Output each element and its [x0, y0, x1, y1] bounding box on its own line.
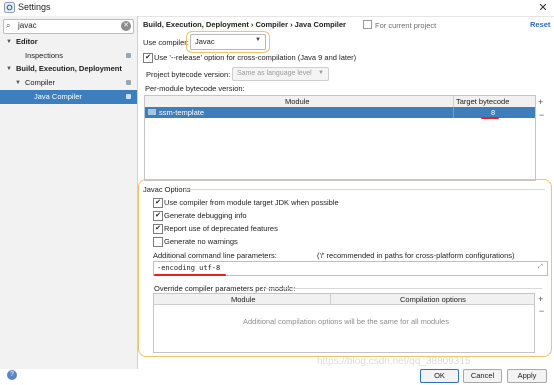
no-warnings-label: Generate no warnings — [164, 237, 238, 246]
search-value: javac — [18, 21, 37, 30]
help-icon[interactable]: ? — [7, 370, 17, 380]
debug-info-label: Generate debugging info — [164, 211, 247, 220]
chevron-down-icon: ▼ — [318, 70, 324, 76]
section-divider — [262, 288, 542, 289]
override-table[interactable]: Module Compilation options Additional co… — [153, 293, 535, 353]
for-current-project: For current project — [363, 20, 436, 30]
remove-icon[interactable]: − — [539, 110, 544, 120]
breadcrumb: Build, Execution, Deployment › Compiler … — [143, 20, 346, 29]
red-underline-annotation — [481, 117, 499, 119]
project-bytecode-label: Project bytecode version: — [146, 70, 231, 79]
deprecated-label: Report use of deprecated features — [164, 224, 278, 233]
clear-icon[interactable]: ✕ — [121, 21, 131, 31]
column-header-module[interactable]: Module — [231, 295, 256, 304]
add-icon[interactable]: + — [538, 294, 543, 304]
per-module-label: Per-module bytecode version: — [145, 84, 245, 93]
javac-options-title: Javac Options — [143, 185, 191, 194]
ok-button[interactable]: OK — [420, 369, 459, 383]
chevron-down-icon: ▼ — [6, 66, 12, 72]
cmd-params-hint: ('/' recommended in paths for cross-plat… — [317, 251, 515, 260]
expand-icon[interactable]: ⤢ — [538, 264, 543, 271]
column-divider — [453, 96, 454, 107]
compiler-select-value: Javac — [195, 37, 215, 46]
debug-info-checkbox[interactable]: ✔ — [153, 211, 163, 221]
app-icon — [4, 2, 15, 13]
search-input[interactable]: ⌕ javac ✕ — [3, 19, 134, 34]
watermark: https://blog.csdn.net/qq_38809315 — [317, 356, 471, 367]
project-icon — [363, 20, 372, 29]
tree-item-label: Editor — [16, 37, 38, 46]
tree-item-inspections[interactable]: Inspections — [0, 49, 137, 63]
column-divider — [330, 294, 331, 304]
use-module-jdk-label: Use compiler from module target JDK when… — [164, 198, 339, 207]
use-compiler-label: Use compiler: — [143, 38, 189, 47]
release-option-label: Use '--release' option for cross-compila… — [154, 53, 357, 62]
table-row[interactable]: ssm-template 8 — [145, 107, 535, 118]
cancel-button[interactable]: Cancel — [463, 369, 502, 383]
use-module-jdk-checkbox[interactable]: ✔ — [153, 198, 163, 208]
search-icon: ⌕ — [6, 21, 11, 30]
target-version-value[interactable]: 8 — [491, 108, 495, 117]
compiler-select[interactable]: Javac ▼ — [190, 34, 266, 50]
cmd-params-value: -encoding utf-8 — [157, 264, 221, 272]
reset-link[interactable]: Reset — [530, 20, 550, 29]
release-option-checkbox[interactable]: ✔ — [143, 53, 153, 63]
project-bytecode-select[interactable]: Same as language level ▼ — [232, 67, 329, 81]
column-header-compilation-options[interactable]: Compilation options — [400, 295, 466, 304]
project-settings-icon — [126, 94, 131, 99]
tree-item-editor[interactable]: ▼ Editor — [0, 35, 137, 49]
tree-item-compiler[interactable]: ▼ Compiler — [0, 76, 137, 90]
for-current-project-label: For current project — [375, 21, 437, 30]
module-folder-icon — [148, 109, 156, 115]
column-header-module[interactable]: Module — [285, 97, 310, 106]
window-title: Settings — [18, 2, 51, 12]
column-divider — [453, 107, 454, 118]
remove-icon[interactable]: − — [539, 306, 544, 316]
cmd-params-label: Additional command line parameters: — [153, 251, 277, 260]
project-settings-icon — [126, 80, 131, 85]
deprecated-checkbox[interactable]: ✔ — [153, 224, 163, 234]
empty-table-text: Additional compilation options will be t… — [243, 317, 449, 326]
tree-item-label: Build, Execution, Deployment — [16, 64, 122, 73]
tree-item-label: Java Compiler — [34, 92, 82, 101]
section-divider — [185, 189, 545, 190]
title-bar: Settings ✕ — [0, 0, 554, 17]
module-name: ssm-template — [159, 108, 205, 117]
project-settings-icon — [126, 53, 131, 58]
table-header: Module Compilation options — [154, 294, 534, 305]
close-icon[interactable]: ✕ — [532, 0, 554, 16]
module-bytecode-table[interactable]: Module Target bytecode version ssm-templ… — [144, 95, 536, 181]
chevron-down-icon: ▼ — [15, 80, 21, 86]
red-underline-annotation — [154, 274, 226, 276]
tree-item-java-compiler[interactable]: Java Compiler — [0, 90, 137, 104]
tree-item-label: Inspections — [25, 51, 63, 60]
add-icon[interactable]: + — [538, 97, 543, 107]
tree-item-build-execution-deployment[interactable]: ▼ Build, Execution, Deployment — [0, 62, 137, 76]
project-bytecode-value: Same as language level — [237, 70, 312, 77]
apply-button[interactable]: Apply — [507, 369, 547, 383]
chevron-down-icon: ▼ — [6, 39, 12, 45]
chevron-down-icon: ▼ — [255, 37, 261, 43]
tree-item-label: Compiler — [25, 78, 56, 87]
no-warnings-checkbox[interactable] — [153, 237, 163, 247]
